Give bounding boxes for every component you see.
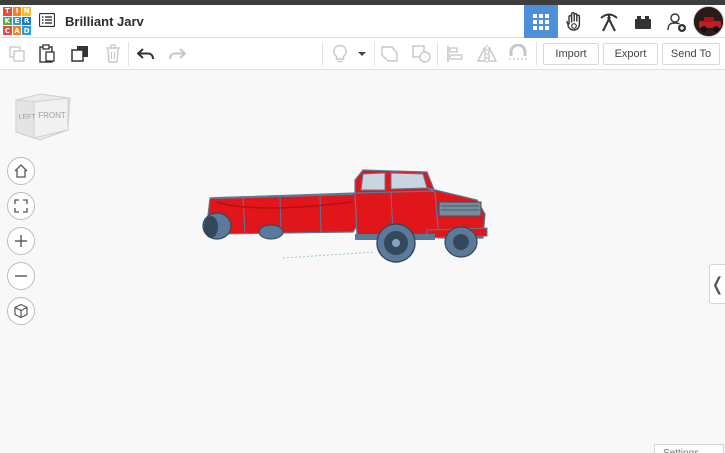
paste-icon <box>39 44 55 63</box>
toolbar-divider <box>437 42 438 66</box>
3d-design-grid-icon <box>533 13 549 30</box>
avatar[interactable] <box>693 6 724 37</box>
truck-3d-model[interactable] <box>195 162 495 274</box>
import-button[interactable]: Import <box>543 43 599 65</box>
copy-button[interactable] <box>5 42 29 66</box>
bricks-icon <box>635 15 651 29</box>
plus-icon <box>15 235 27 247</box>
duplicate-icon <box>71 46 88 62</box>
cube-perspective-icon <box>14 303 28 319</box>
avatar-truck-image <box>694 7 723 36</box>
tinkercad-logo[interactable]: TIN KER CAD <box>3 7 31 35</box>
cruise-button[interactable] <box>506 42 530 66</box>
logo-letter: E <box>12 16 22 26</box>
logo-letter: N <box>22 7 31 16</box>
undo-button[interactable] <box>134 42 158 66</box>
bricks-button[interactable] <box>626 5 660 38</box>
logo-letter: C <box>3 26 12 35</box>
logo-letter: R <box>22 16 31 26</box>
viewcube-left-label[interactable]: LEFT <box>18 114 36 121</box>
build-button[interactable] <box>592 5 626 38</box>
share-user-button[interactable] <box>660 5 694 38</box>
logo-letter: A <box>12 26 22 35</box>
logo-letter: K <box>3 16 12 26</box>
add-user-icon <box>667 12 686 32</box>
3d-design-button[interactable] <box>524 5 558 38</box>
ungroup-button[interactable] <box>410 42 434 66</box>
caret-down-icon <box>358 52 366 56</box>
home-icon <box>14 164 28 178</box>
logo-letter: D <box>22 26 31 35</box>
app-header: TIN KER CAD Brilliant Jarv <box>0 5 725 38</box>
toolbar-divider <box>128 42 129 66</box>
export-button[interactable]: Export <box>603 43 658 65</box>
zoom-out-button[interactable] <box>7 262 35 290</box>
align-button[interactable] <box>443 42 467 66</box>
align-icon <box>447 46 463 62</box>
shapes-panel-toggle[interactable]: ❬ <box>709 264 725 304</box>
redo-icon <box>169 48 186 60</box>
minus-icon <box>15 275 27 277</box>
notes-dropdown-button[interactable] <box>352 42 372 66</box>
mirror-button[interactable] <box>475 42 499 66</box>
home-view-button[interactable] <box>7 157 35 185</box>
magnet-icon <box>509 44 527 60</box>
send-to-button[interactable]: Send To <box>662 43 720 65</box>
toolbar-divider <box>536 42 537 66</box>
lightbulb-icon <box>333 44 347 63</box>
viewcube-front-label[interactable]: FRONT <box>38 111 66 120</box>
undo-icon <box>137 48 154 60</box>
edit-toolbar: Import Export Send To <box>0 38 725 70</box>
codeblocks-button[interactable] <box>558 5 592 38</box>
view-cube[interactable]: LEFT FRONT <box>14 92 74 144</box>
projection-toggle-button[interactable] <box>7 297 35 325</box>
design-list-icon[interactable] <box>38 12 56 28</box>
codeblocks-hand-icon <box>566 11 581 31</box>
mirror-icon <box>476 45 498 63</box>
paste-button[interactable] <box>35 42 59 66</box>
zoom-in-button[interactable] <box>7 227 35 255</box>
copy-icon <box>9 46 25 62</box>
trash-icon <box>106 44 120 63</box>
logo-letter: T <box>3 7 12 16</box>
design-title[interactable]: Brilliant Jarv <box>65 14 144 29</box>
fit-all-icon <box>14 199 28 213</box>
fit-view-button[interactable] <box>7 192 35 220</box>
delete-button[interactable] <box>101 42 125 66</box>
toolbar-divider <box>374 42 375 66</box>
toolbar-divider <box>322 42 323 66</box>
ungroup-icon <box>412 45 431 63</box>
settings-button[interactable]: Settings <box>654 444 724 453</box>
duplicate-button[interactable] <box>68 42 92 66</box>
group-button[interactable] <box>378 42 402 66</box>
group-icon <box>381 46 398 62</box>
redo-button[interactable] <box>165 42 189 66</box>
logo-letter: I <box>12 7 22 16</box>
pickaxe-icon <box>600 13 618 31</box>
notes-light-button[interactable] <box>328 42 352 66</box>
